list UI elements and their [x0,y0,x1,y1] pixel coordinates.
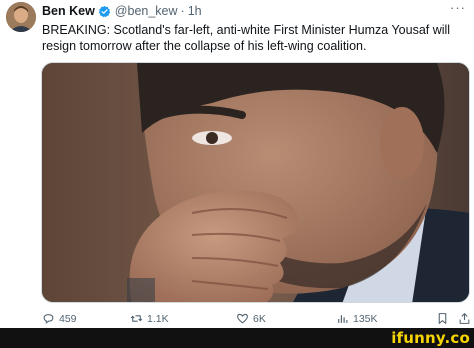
like-icon [237,313,248,324]
like-count: 6K [253,312,266,325]
views-icon [338,315,348,323]
bookmark-icon [438,313,447,324]
tweet-text: BREAKING: Scotland's far-left, anti-whit… [42,23,451,53]
more-options-icon[interactable]: ··· [450,0,466,15]
display-name[interactable]: Ben Kew [42,4,95,18]
tweet-actions: 459 1.1K 6K 135K [0,312,474,328]
view-count: 135K [353,312,378,325]
tweet-photo[interactable] [41,62,470,303]
tweet-card[interactable]: Ben Kew @ben_kew · 1h ··· BREAKING: Scot… [0,0,474,328]
retweet-button[interactable]: 1.1K [130,312,169,325]
separator-dot: · [180,4,185,18]
like-button[interactable]: 6K [236,312,266,325]
timestamp[interactable]: 1h [188,4,202,18]
watermark-bar: ifunny.co [0,328,474,348]
reply-count: 459 [59,312,77,325]
retweet-count: 1.1K [147,312,169,325]
tweet-header: Ben Kew @ben_kew · 1h [42,4,202,18]
avatar[interactable] [6,2,36,32]
reply-icon [43,314,54,324]
reply-button[interactable]: 459 [42,312,77,325]
share-button[interactable] [458,312,474,325]
bookmark-button[interactable] [436,312,453,325]
share-icon [459,313,470,324]
verified-badge-icon [98,5,111,18]
user-handle[interactable]: @ben_kew [115,4,178,18]
retweet-icon [130,315,143,322]
views-button[interactable]: 135K [336,312,378,325]
ifunny-watermark[interactable]: ifunny.co [391,329,470,347]
